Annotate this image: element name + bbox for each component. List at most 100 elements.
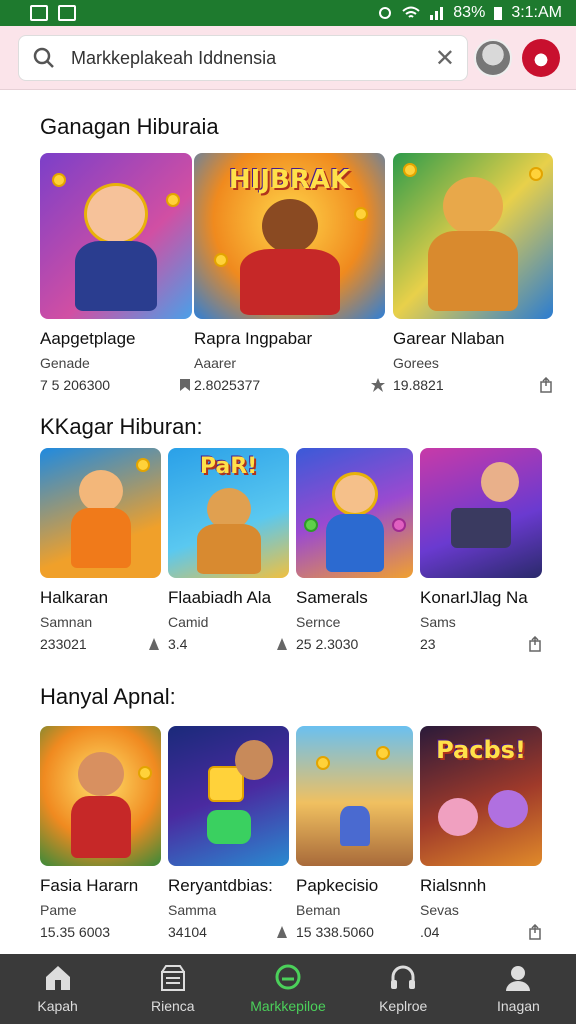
game-meta: 233021	[40, 636, 161, 652]
nav-item-marketplace[interactable]: Markkepiloe	[230, 954, 345, 1024]
game-meta: 3.4	[168, 636, 289, 652]
wishlist-icon[interactable]	[178, 377, 192, 393]
game-card[interactable]: Reryantdbias: Samma 34104	[168, 726, 289, 940]
game-category: Sernce	[296, 614, 341, 630]
game-downloads: 25 2.3030	[296, 636, 359, 652]
nav-label: Inagan	[497, 998, 540, 1014]
game-title: Reryantdbias:	[168, 876, 273, 895]
game-thumbnail[interactable]	[40, 153, 192, 319]
clear-icon[interactable]: ✕	[435, 44, 455, 73]
game-title: Samerals	[296, 588, 368, 607]
nav-item-explore[interactable]: Keplroe	[346, 954, 461, 1024]
bottom-nav: Kapah Rienca Markkepiloe Keplroe Inagan	[0, 954, 576, 1024]
section-title: Hanyal Apnal:	[40, 684, 176, 709]
game-title: Rialsnnh	[420, 876, 487, 895]
game-card[interactable]: Papkecisio Beman 15 338.5060	[296, 726, 413, 940]
game-category: Sevas	[420, 902, 459, 918]
game-downloads: 19.8821	[393, 377, 444, 393]
game-thumbnail[interactable]	[296, 448, 413, 578]
game-thumbnail[interactable]: HIJBRAK	[194, 153, 385, 319]
badge-icon[interactable]	[275, 924, 289, 940]
game-category: Beman	[296, 902, 341, 918]
game-meta: .04	[420, 924, 542, 940]
content-area: Ganagan Hiburaia Aapgetplage Genade 7 5 …	[0, 90, 576, 954]
nav-label: Rienca	[151, 998, 195, 1014]
badge-icon[interactable]	[275, 636, 289, 652]
badge-icon[interactable]	[147, 636, 161, 652]
search-bar[interactable]: Markkeplakeah Iddnensia ✕	[18, 35, 468, 81]
game-thumbnail[interactable]	[420, 448, 542, 578]
signal-icon	[430, 7, 444, 20]
game-category: Genade	[40, 355, 90, 371]
game-thumbnail[interactable]: PaR!	[168, 448, 289, 578]
section-title: Ganagan Hiburaia	[40, 114, 219, 139]
section-title: KKagar Hiburan:	[40, 414, 203, 439]
search-header: Markkeplakeah Iddnensia ✕	[0, 26, 576, 90]
game-card[interactable]: KonarIJlag Na Sams 23	[420, 448, 542, 652]
status-time: 3:1:AM	[511, 4, 562, 21]
game-downloads: 3.4	[168, 636, 188, 652]
game-thumbnail[interactable]	[296, 726, 413, 866]
game-title: Halkaran	[40, 588, 109, 607]
nav-item-home[interactable]: Kapah	[0, 954, 115, 1024]
status-bar: 83% 3:1:AM	[0, 0, 576, 26]
game-meta: 34104	[168, 924, 289, 940]
game-thumbnail[interactable]	[40, 448, 161, 578]
share-icon[interactable]	[528, 924, 542, 940]
game-card[interactable]: Pacbs! Rialsnnh Sevas .04	[420, 726, 542, 940]
nav-label: Keplroe	[379, 998, 428, 1014]
game-meta: 25 2.3030	[296, 636, 413, 652]
game-thumbnail[interactable]	[168, 726, 289, 866]
game-banner: PaR!	[199, 454, 258, 479]
star-icon[interactable]	[371, 377, 385, 393]
nav-item-profile[interactable]: Inagan	[461, 954, 576, 1024]
nav-item-store[interactable]: Rienca	[115, 954, 230, 1024]
battery-icon	[494, 7, 503, 20]
wifi-icon	[402, 6, 420, 18]
game-title: Fasia Hararn	[40, 876, 139, 895]
search-input[interactable]: Markkeplakeah Iddnensia	[71, 48, 435, 69]
home-icon	[45, 966, 70, 990]
game-category: Aaarer	[194, 355, 237, 371]
game-category: Camid	[168, 614, 209, 630]
share-icon[interactable]	[539, 377, 553, 393]
share-icon[interactable]	[528, 636, 542, 652]
game-category: Gorees	[393, 355, 439, 371]
status-icons-right: 83% 3:1:AM	[377, 4, 562, 22]
game-card[interactable]: Aapgetplage Genade 7 5 206300	[40, 153, 192, 393]
game-downloads: 15.35 6003	[40, 924, 111, 940]
game-downloads: 23	[420, 636, 436, 652]
search-icon[interactable]	[31, 45, 57, 71]
game-banner: HIJBRAK	[228, 165, 351, 195]
game-card[interactable]: Garear Nlaban Gorees 19.8821	[393, 153, 553, 393]
game-category: Sams	[420, 614, 456, 630]
user-avatar[interactable]	[474, 39, 512, 77]
game-downloads: 2.8025377	[194, 377, 261, 393]
game-card[interactable]: Halkaran Samnan 233021	[40, 448, 161, 652]
game-downloads: 7 5 206300	[40, 377, 111, 393]
store-icon	[160, 965, 185, 991]
game-thumbnail[interactable]	[40, 726, 161, 866]
game-card[interactable]: PaR! Flaabiadh Ala Camid 3.4	[168, 448, 289, 652]
game-thumbnail[interactable]	[393, 153, 553, 319]
game-category: Pame	[40, 902, 77, 918]
sync-icon	[379, 7, 392, 19]
status-icons-left	[30, 5, 76, 21]
game-meta: 15 338.5060	[296, 924, 413, 940]
nav-label: Markkepiloe	[250, 998, 326, 1014]
game-downloads: 15 338.5060	[296, 924, 374, 940]
gallery-icon	[58, 5, 76, 21]
game-card[interactable]: HIJBRAK Rapra Ingpabar Aaarer 2.8025377	[194, 153, 385, 393]
headset-icon	[391, 965, 416, 989]
game-thumbnail[interactable]: Pacbs!	[420, 726, 542, 866]
game-card[interactable]: Fasia Hararn Pame 15.35 6003	[40, 726, 161, 940]
app-logo-icon[interactable]	[522, 39, 560, 77]
game-title: Papkecisio	[296, 876, 379, 895]
game-downloads: 233021	[40, 636, 87, 652]
game-meta: 2.8025377	[194, 377, 385, 393]
game-card[interactable]: Samerals Sernce 25 2.3030	[296, 448, 413, 652]
game-banner: Pacbs!	[436, 736, 526, 764]
game-meta: 23	[420, 636, 542, 652]
game-title: Aapgetplage	[40, 329, 136, 348]
game-meta: 19.8821	[393, 377, 553, 393]
